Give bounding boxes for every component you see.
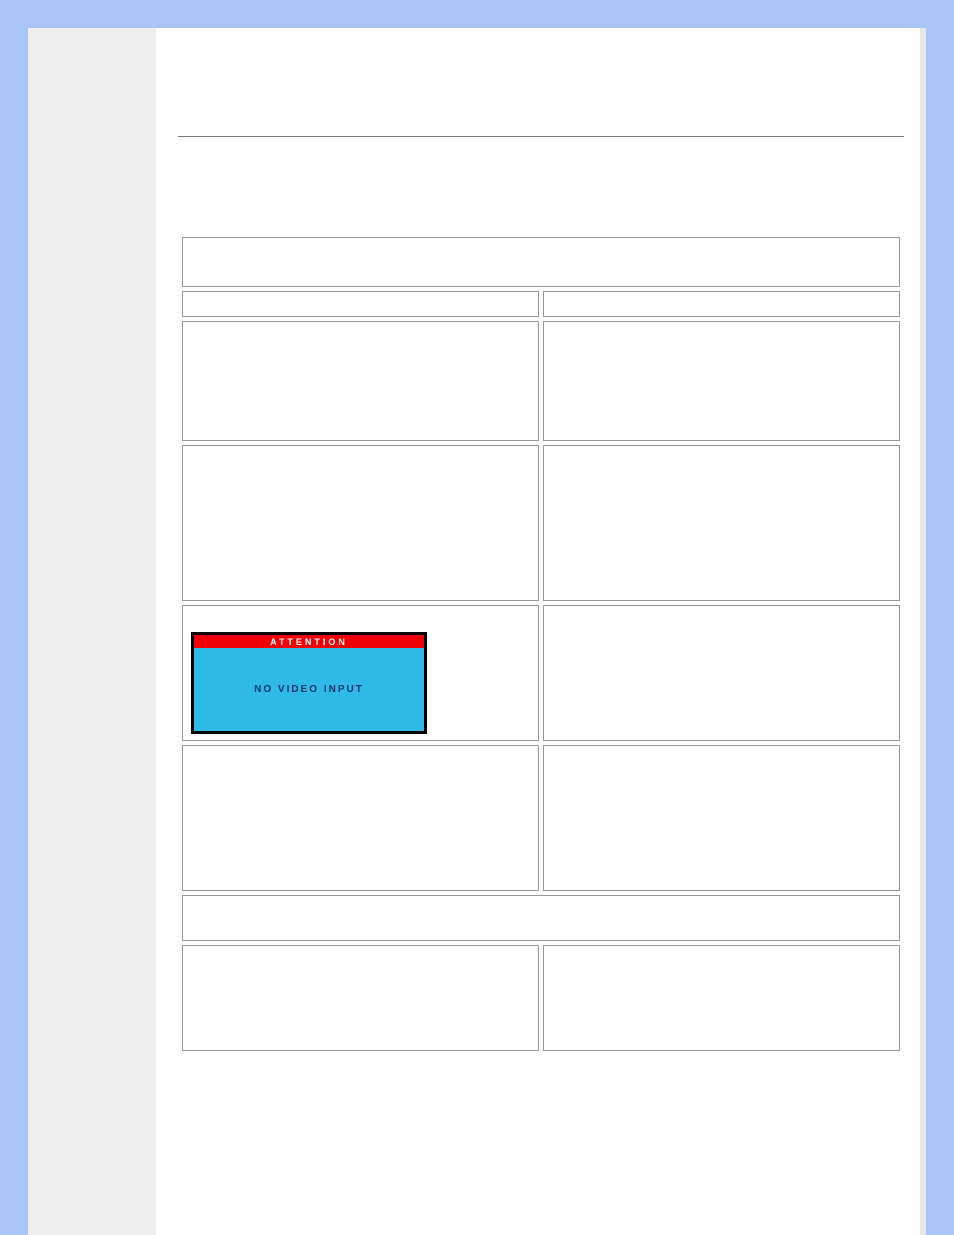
troubleshoot-table: ATTENTION NO VIDEO INPUT <box>178 233 904 1055</box>
divider-line <box>178 136 904 137</box>
table-cell-warning: ATTENTION NO VIDEO INPUT <box>182 605 539 741</box>
page-frame: ATTENTION NO VIDEO INPUT <box>0 0 954 1235</box>
main-content: ATTENTION NO VIDEO INPUT <box>156 28 926 1235</box>
table-row <box>182 291 539 317</box>
table-row <box>543 291 900 317</box>
document-page: ATTENTION NO VIDEO INPUT <box>28 28 926 1235</box>
table-row <box>182 321 539 441</box>
table-row <box>182 237 900 287</box>
table-row <box>182 445 539 601</box>
table-row <box>182 745 539 891</box>
left-sidebar <box>28 28 156 1235</box>
table-row <box>543 321 900 441</box>
table-row <box>543 445 900 601</box>
warning-title: ATTENTION <box>194 635 424 648</box>
no-video-warning-box: ATTENTION NO VIDEO INPUT <box>191 632 427 734</box>
table-row <box>182 895 900 941</box>
scrollbar[interactable] <box>920 28 926 1235</box>
table-row <box>543 945 900 1051</box>
table-row <box>182 945 539 1051</box>
table-row <box>543 605 900 741</box>
table-row <box>543 745 900 891</box>
troubleshoot-table-area: ATTENTION NO VIDEO INPUT <box>178 233 904 1055</box>
warning-message: NO VIDEO INPUT <box>194 648 424 731</box>
